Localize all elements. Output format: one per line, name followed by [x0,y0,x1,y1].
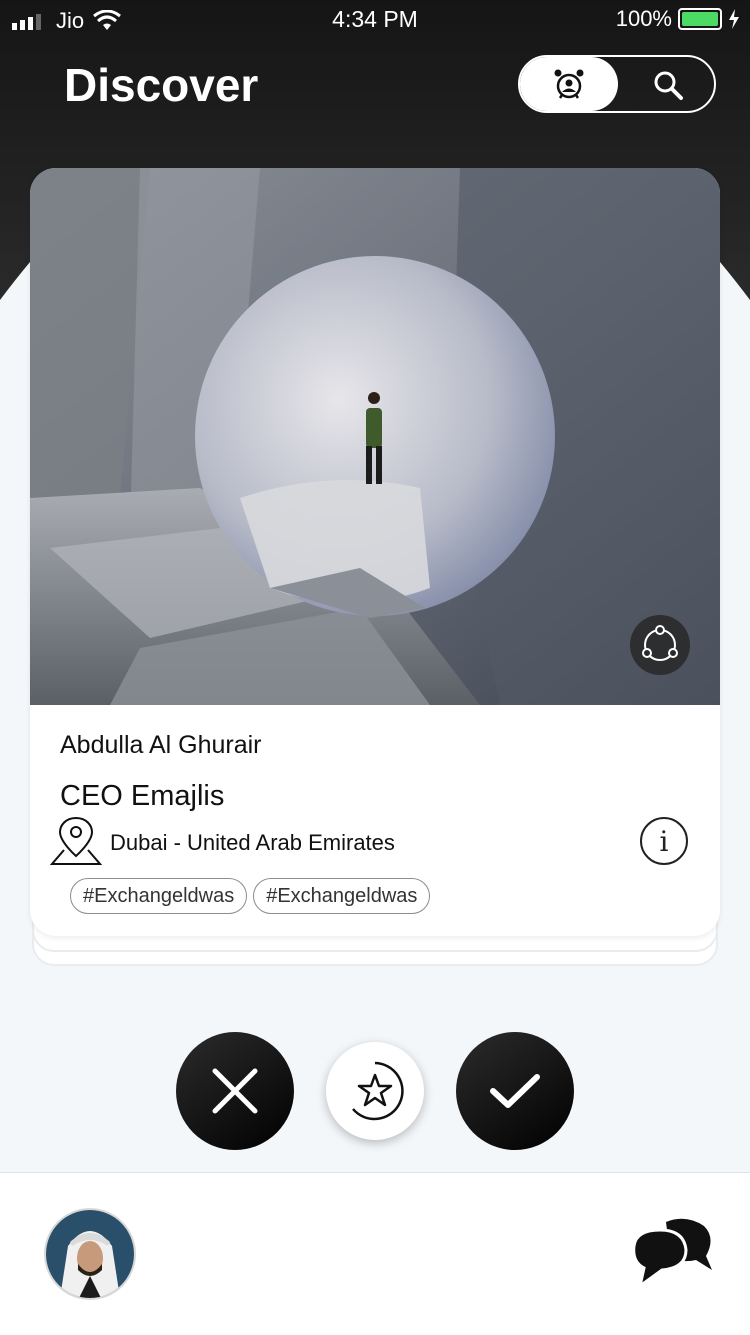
avatar [46,1210,134,1298]
reject-button[interactable] [176,1032,294,1150]
search-mode-button[interactable] [652,69,684,106]
profile-name: Abdulla Al Ghurair [60,731,262,759]
profile-location: Dubai - United Arab Emirates [110,830,395,855]
profile-card[interactable]: Abdulla Al Ghurair CEO Emajlis Dubai - U… [30,168,720,936]
battery-percent: 100% [615,6,672,31]
search-icon [654,71,683,100]
accept-button[interactable] [456,1032,574,1150]
tag-chip[interactable]: #Exchangeldwas [253,878,431,914]
profile-avatar-button[interactable] [44,1208,136,1300]
favorite-button[interactable] [326,1042,424,1140]
chat-button[interactable] [626,1216,716,1290]
profile-cover-photo [30,168,720,705]
charging-icon [729,9,739,29]
info-icon: i [659,824,669,858]
profile-role: CEO Emajlis [60,780,225,812]
status-bar: Jio 4:34 PM 100% [0,0,750,40]
star-icon [352,1061,404,1121]
check-icon [490,1074,540,1108]
share-button[interactable] [630,615,690,675]
info-button[interactable]: i [640,817,688,865]
page-title: Discover [64,59,259,111]
location-map-icon [50,816,102,865]
close-icon [212,1068,258,1114]
tag-list: #Exchangeldwas #Exchangeldwas [70,878,431,914]
battery-icon [678,8,722,30]
contacts-mode-button[interactable] [520,57,618,111]
share-icon [642,625,678,661]
contacts-alarm-icon [554,69,584,99]
chat-bubbles-icon [632,1218,712,1290]
tag-chip[interactable]: #Exchangeldwas [70,878,248,914]
discover-mode-toggle[interactable] [518,55,716,113]
